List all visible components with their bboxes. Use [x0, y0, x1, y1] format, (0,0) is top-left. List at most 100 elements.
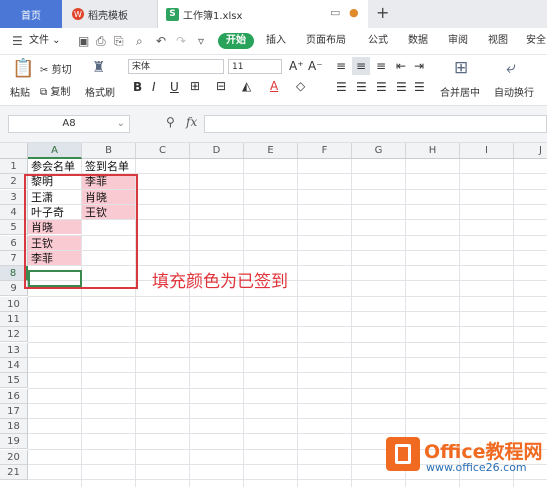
- underline-icon[interactable]: U: [170, 80, 179, 94]
- gridline-horizontal: [28, 326, 547, 328]
- menu-security[interactable]: 安全: [526, 28, 546, 54]
- row-header-20[interactable]: 20: [0, 449, 28, 465]
- font-color-icon[interactable]: A: [270, 79, 278, 93]
- align-bottom-icon[interactable]: ≡: [376, 59, 386, 73]
- fx-icon[interactable]: fx: [186, 115, 197, 129]
- menu-view[interactable]: 视图: [488, 28, 508, 54]
- indent-icon[interactable]: ⇤: [396, 59, 406, 73]
- redo-icon[interactable]: ↷: [176, 28, 186, 54]
- italic-icon[interactable]: I: [152, 80, 156, 94]
- cut-button[interactable]: ✂ 剪切: [40, 61, 72, 76]
- window-icon[interactable]: ▭: [330, 6, 340, 19]
- unsaved-dot-icon: ●: [349, 6, 359, 19]
- gridline-horizontal: [28, 402, 547, 404]
- copy-button[interactable]: ⧉ 复制: [40, 83, 70, 98]
- cell-B1[interactable]: 签到名单: [82, 159, 136, 174]
- name-box[interactable]: A8 ⌄: [8, 115, 130, 133]
- column-header-F[interactable]: F: [298, 143, 352, 159]
- watermark-title: Office教程网: [424, 441, 543, 463]
- increase-font-icon[interactable]: A⁺: [289, 59, 304, 73]
- merge-style-icon[interactable]: ⊟: [216, 79, 226, 93]
- outdent-icon[interactable]: ⇥: [414, 59, 424, 73]
- format-painter-icon[interactable]: ♜: [92, 58, 105, 76]
- tab-template[interactable]: W 稻壳模板: [62, 0, 158, 28]
- cell-A1[interactable]: 参会名单: [28, 159, 82, 174]
- row-header-15[interactable]: 15: [0, 373, 28, 389]
- row-header-12[interactable]: 12: [0, 327, 28, 343]
- align-left-icon[interactable]: ☰: [336, 80, 347, 94]
- column-header-B[interactable]: B: [82, 143, 136, 159]
- gridline-vertical: [297, 159, 298, 487]
- annotation-box: [24, 174, 138, 289]
- wps-logo-icon: W: [72, 8, 84, 20]
- column-header-H[interactable]: H: [406, 143, 460, 159]
- row-header-14[interactable]: 14: [0, 357, 28, 373]
- row-header-10[interactable]: 10: [0, 296, 28, 312]
- row-header-11[interactable]: 11: [0, 312, 28, 327]
- wrap-text-icon[interactable]: ⤶: [506, 58, 516, 78]
- align-right-icon[interactable]: ☰: [376, 80, 387, 94]
- justify-icon[interactable]: ☰: [396, 80, 407, 94]
- formula-input[interactable]: [204, 115, 547, 133]
- clear-format-icon[interactable]: ◇: [296, 79, 305, 93]
- scissors-icon: ✂: [40, 65, 49, 76]
- column-header-D[interactable]: D: [190, 143, 244, 159]
- column-header-G[interactable]: G: [352, 143, 406, 159]
- copy-label: 复制: [50, 87, 71, 98]
- export-icon[interactable]: ⎙: [96, 28, 106, 54]
- row-header-13[interactable]: 13: [0, 342, 28, 358]
- merge-center-button[interactable]: 合并居中: [440, 84, 480, 99]
- paste-button[interactable]: 粘贴: [10, 84, 30, 99]
- font-name-select[interactable]: 宋体: [128, 59, 224, 74]
- align-center-icon[interactable]: ☰: [356, 80, 367, 94]
- hamburger-icon[interactable]: ☰: [12, 28, 23, 54]
- new-tab-button[interactable]: +: [376, 3, 389, 22]
- row-header-18[interactable]: 18: [0, 419, 28, 435]
- quick-access-dropdown-icon[interactable]: ▿: [198, 28, 204, 54]
- menu-start[interactable]: 开始: [218, 33, 254, 49]
- paste-icon[interactable]: 📋: [12, 58, 34, 79]
- preview-icon[interactable]: ⌕: [136, 28, 143, 54]
- menu-file[interactable]: 文件 ⌄: [29, 28, 61, 54]
- fill-color-icon[interactable]: ◭: [242, 79, 251, 93]
- wrap-text-button[interactable]: 自动换行: [494, 84, 534, 99]
- column-header-J[interactable]: J: [514, 143, 547, 159]
- gridline-horizontal: [28, 311, 547, 312]
- print-icon[interactable]: ⎘: [114, 28, 124, 54]
- column-header-A[interactable]: A: [28, 143, 82, 159]
- menu-page-layout[interactable]: 页面布局: [306, 28, 346, 54]
- bold-icon[interactable]: B: [133, 80, 142, 94]
- row-header-21[interactable]: 21: [0, 465, 28, 480]
- tab-workbook-label: 工作簿1.xlsx: [183, 10, 243, 22]
- tab-home-label: 首页: [21, 10, 41, 22]
- menu-insert[interactable]: 插入: [266, 28, 286, 54]
- office-logo-icon: [386, 437, 420, 471]
- gridline-horizontal: [28, 356, 547, 358]
- column-header-E[interactable]: E: [244, 143, 298, 159]
- menu-formula[interactable]: 公式: [368, 28, 388, 54]
- decrease-font-icon[interactable]: A⁻: [308, 59, 323, 73]
- column-header-I[interactable]: I: [460, 143, 514, 159]
- align-top-icon[interactable]: ≡: [336, 59, 346, 73]
- row-header-17[interactable]: 17: [0, 403, 28, 419]
- border-icon[interactable]: ⊞: [190, 79, 200, 93]
- select-all-corner[interactable]: [0, 143, 28, 159]
- zoom-search-icon[interactable]: ⚲: [166, 115, 175, 129]
- format-painter-button[interactable]: 格式刷: [85, 84, 115, 99]
- distribute-icon[interactable]: ☰: [414, 80, 425, 94]
- tab-home[interactable]: 首页: [0, 0, 62, 28]
- menu-data[interactable]: 数据: [408, 28, 428, 54]
- row-header-16[interactable]: 16: [0, 388, 28, 404]
- row-header-19[interactable]: 19: [0, 434, 28, 450]
- save-icon[interactable]: ▣: [78, 28, 89, 54]
- menu-review[interactable]: 审阅: [448, 28, 468, 54]
- merge-center-icon[interactable]: ⊞: [454, 58, 468, 78]
- gridline-vertical: [243, 159, 244, 487]
- undo-icon[interactable]: ↶: [156, 28, 166, 54]
- column-header-C[interactable]: C: [136, 143, 190, 159]
- cut-label: 剪切: [51, 65, 72, 76]
- font-size-select[interactable]: 11: [228, 59, 282, 74]
- spreadsheet-icon: S: [166, 7, 179, 21]
- chevron-down-icon: ⌄: [116, 118, 125, 129]
- row-header-1[interactable]: 1: [0, 159, 28, 174]
